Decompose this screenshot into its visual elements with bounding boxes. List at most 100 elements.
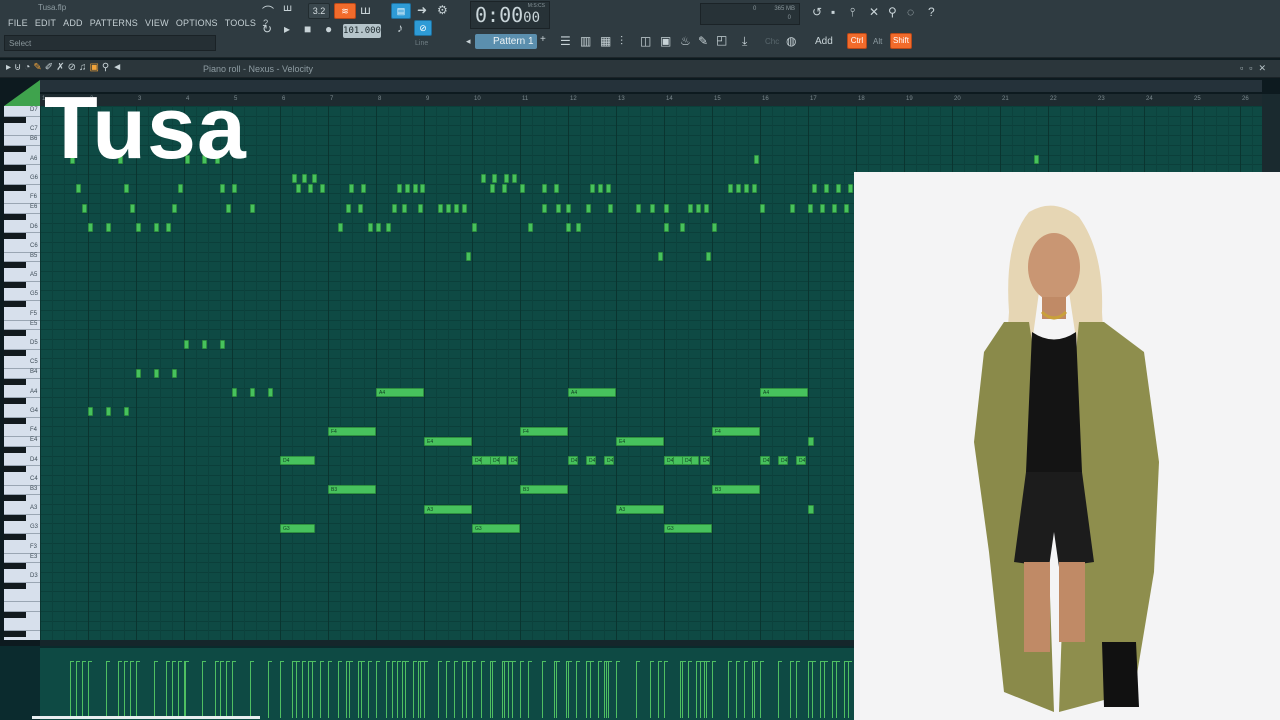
select-icon[interactable]: ▣ (89, 62, 98, 73)
note[interactable] (566, 223, 571, 232)
play-icon[interactable]: ▸ (284, 22, 290, 36)
velocity-bar[interactable] (280, 662, 281, 718)
velocity-handle[interactable] (308, 661, 312, 662)
velocity-bar[interactable] (82, 662, 83, 718)
velocity-handle[interactable] (338, 661, 342, 662)
velocity-handle[interactable] (636, 661, 640, 662)
note[interactable] (386, 223, 391, 232)
velocity-handle[interactable] (178, 661, 182, 662)
note[interactable] (368, 223, 373, 232)
plugin-icon[interactable]: ▣ (660, 34, 671, 48)
velocity-bar[interactable] (706, 662, 707, 718)
note[interactable] (844, 203, 849, 213)
velocity-bar[interactable] (424, 662, 425, 718)
velocity-bar[interactable] (202, 662, 203, 718)
note[interactable] (490, 184, 495, 194)
velocity-handle[interactable] (556, 661, 560, 662)
note[interactable] (790, 203, 795, 213)
black-key[interactable] (4, 281, 26, 288)
velocity-handle[interactable] (824, 661, 828, 662)
mute-icon[interactable]: ⊘ (68, 62, 76, 73)
note[interactable]: B3 (328, 485, 376, 495)
velocity-bar[interactable] (728, 662, 729, 718)
velocity-bar[interactable] (481, 662, 482, 718)
velocity-handle[interactable] (250, 661, 254, 662)
velocity-bar[interactable] (226, 662, 227, 718)
velocity-bar[interactable] (808, 662, 809, 718)
black-key[interactable] (4, 563, 26, 570)
note[interactable] (312, 174, 317, 184)
note[interactable]: F4 (328, 426, 376, 436)
note[interactable] (736, 184, 741, 194)
velocity-bar[interactable] (608, 662, 609, 718)
velocity-bar[interactable] (664, 662, 665, 718)
velocity-bar[interactable] (302, 662, 303, 718)
note[interactable] (566, 203, 571, 213)
velocity-handle[interactable] (376, 661, 380, 662)
velocity-bar[interactable] (568, 662, 569, 718)
note[interactable] (824, 184, 829, 194)
note[interactable] (512, 174, 517, 184)
velocity-handle[interactable] (520, 661, 524, 662)
note[interactable] (302, 174, 307, 184)
globe-icon[interactable]: ◍ (786, 34, 796, 48)
note[interactable] (808, 436, 814, 446)
velocity-handle[interactable] (296, 661, 300, 662)
velocity-bar[interactable] (586, 662, 587, 718)
velocity-handle[interactable] (490, 661, 494, 662)
note[interactable] (554, 184, 559, 194)
velocity-handle[interactable] (302, 661, 306, 662)
black-key[interactable] (4, 301, 26, 308)
velocity-handle[interactable] (790, 661, 794, 662)
note[interactable] (338, 223, 343, 232)
velocity-bar[interactable] (462, 662, 463, 718)
velocity-handle[interactable] (568, 661, 572, 662)
mixer-faders-icon[interactable]: ⫶ (620, 34, 623, 49)
velocity-handle[interactable] (397, 661, 401, 662)
velocity-handle[interactable] (466, 661, 470, 662)
note[interactable]: A4 (568, 388, 616, 398)
note[interactable] (706, 252, 711, 262)
note[interactable]: A4 (760, 388, 808, 398)
velocity-bar[interactable] (178, 662, 179, 718)
undo-icon[interactable]: ↺ (812, 5, 822, 19)
note[interactable] (136, 223, 141, 232)
velocity-bar[interactable] (420, 662, 421, 718)
velocity-bar[interactable] (832, 662, 833, 718)
slice-icon[interactable]: ♫ (79, 62, 87, 73)
velocity-handle[interactable] (778, 661, 782, 662)
channel-rack-icon[interactable]: ▦ (600, 34, 611, 48)
velocity-handle[interactable] (226, 661, 230, 662)
note[interactable]: E4 (424, 436, 472, 446)
velocity-bar[interactable] (844, 662, 845, 718)
note[interactable] (650, 203, 655, 213)
note[interactable] (226, 203, 231, 213)
velocity-bar[interactable] (680, 662, 681, 718)
menu-options[interactable]: OPTIONS (176, 18, 218, 28)
note[interactable] (397, 184, 402, 194)
black-key[interactable] (4, 378, 26, 385)
velocity-bar[interactable] (528, 662, 529, 718)
velocity-bar[interactable] (392, 662, 393, 718)
render-icon[interactable]: ⫯ (850, 5, 855, 20)
velocity-handle[interactable] (312, 661, 316, 662)
wrench-icon[interactable]: ✎ (698, 34, 708, 48)
velocity-bar[interactable] (704, 662, 705, 718)
wait-icon[interactable]: ꟺ (283, 3, 292, 14)
mic-icon[interactable]: ⚲ (888, 5, 897, 19)
note[interactable] (606, 184, 611, 194)
velocity-bar[interactable] (154, 662, 155, 718)
note[interactable] (752, 184, 757, 194)
next-icon[interactable]: ➜ (417, 3, 427, 17)
note[interactable] (250, 388, 255, 398)
note[interactable] (130, 203, 135, 213)
velocity-bar[interactable] (554, 662, 555, 718)
velocity-handle[interactable] (528, 661, 532, 662)
black-key[interactable] (4, 417, 26, 424)
note[interactable] (454, 203, 459, 213)
velocity-bar[interactable] (70, 662, 71, 718)
velocity-handle[interactable] (832, 661, 836, 662)
note[interactable] (636, 203, 641, 213)
note[interactable]: D4 (604, 456, 614, 466)
velocity-bar[interactable] (166, 662, 167, 718)
